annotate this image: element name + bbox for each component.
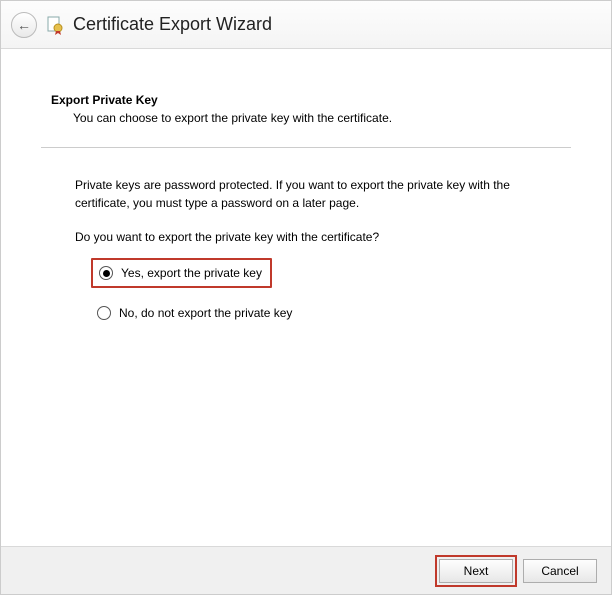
back-arrow-icon: ← xyxy=(17,17,31,33)
wizard-window: ← Certificate Export Wizard Export Priva… xyxy=(0,0,612,595)
option-yes-label: Yes, export the private key xyxy=(121,266,262,280)
wizard-body: Export Private Key You can choose to exp… xyxy=(1,49,611,546)
divider xyxy=(41,147,571,148)
titlebar: ← Certificate Export Wizard xyxy=(1,1,611,49)
info-text: Private keys are password protected. If … xyxy=(75,176,561,212)
option-no[interactable]: No, do not export the private key xyxy=(91,300,300,326)
next-button[interactable]: Next xyxy=(439,559,513,583)
radio-group: Yes, export the private key No, do not e… xyxy=(91,258,561,326)
question-text: Do you want to export the private key wi… xyxy=(75,230,561,244)
cancel-button-label: Cancel xyxy=(541,564,578,578)
page-heading: Export Private Key xyxy=(51,93,561,107)
certificate-icon xyxy=(45,15,65,35)
radio-icon xyxy=(97,306,111,320)
wizard-title: Certificate Export Wizard xyxy=(73,14,272,35)
radio-icon xyxy=(99,266,113,280)
footer: Next Cancel xyxy=(1,546,611,594)
back-button[interactable]: ← xyxy=(11,12,37,38)
cancel-button[interactable]: Cancel xyxy=(523,559,597,583)
page-subheading: You can choose to export the private key… xyxy=(73,111,561,125)
next-button-label: Next xyxy=(464,564,489,578)
option-no-label: No, do not export the private key xyxy=(119,306,292,320)
option-yes[interactable]: Yes, export the private key xyxy=(91,258,272,288)
